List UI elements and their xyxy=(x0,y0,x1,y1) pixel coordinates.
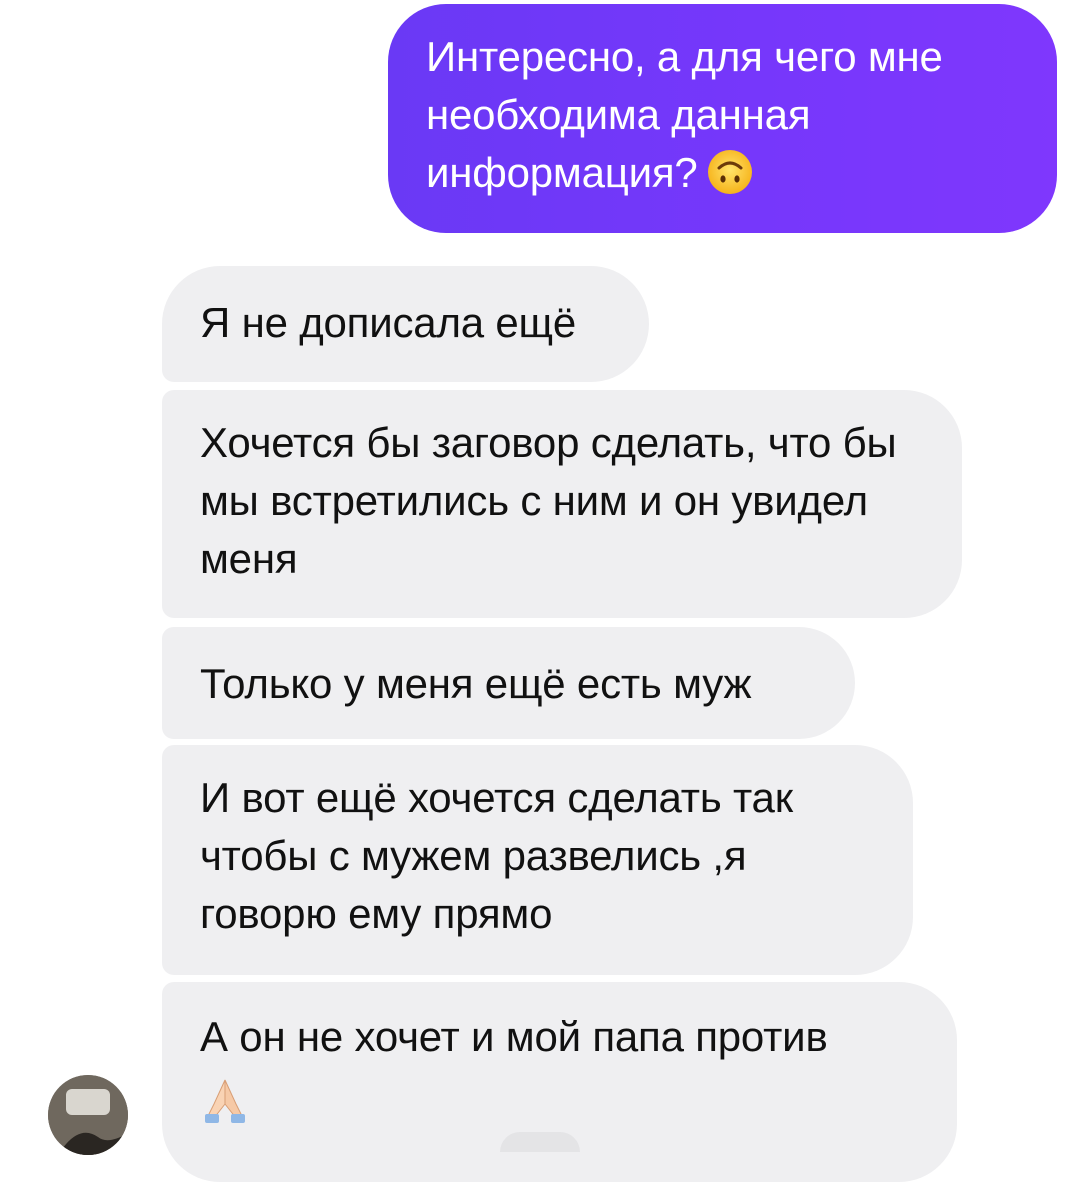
incoming-message-bubble[interactable]: А он не хочет и мой папа против xyxy=(162,982,957,1182)
folded-hands-icon xyxy=(200,1074,250,1126)
incoming-message-bubble[interactable]: Хочется бы заговор сделать, что бы мы вс… xyxy=(162,390,962,618)
contact-avatar[interactable] xyxy=(48,1075,128,1155)
incoming-message-bubble[interactable]: И вот ещё хочется сделать так чтобы с му… xyxy=(162,745,913,975)
message-text: И вот ещё хочется сделать так чтобы с му… xyxy=(200,774,793,937)
message-text: Я не дописала ещё xyxy=(200,299,577,346)
next-message-edge xyxy=(500,1132,580,1152)
message-text: Интересно, а для чего мне необходима дан… xyxy=(426,33,943,196)
incoming-message-bubble[interactable]: Я не дописала ещё xyxy=(162,266,649,382)
message-text: Только у меня ещё есть муж xyxy=(200,660,752,707)
message-text: А он не хочет и мой папа против xyxy=(200,1013,828,1060)
message-text: Хочется бы заговор сделать, что бы мы вс… xyxy=(200,419,897,582)
upside-down-face-icon xyxy=(706,148,754,196)
incoming-message-bubble[interactable]: Только у меня ещё есть муж xyxy=(162,627,855,739)
outgoing-message-bubble[interactable]: Интересно, а для чего мне необходима дан… xyxy=(388,4,1057,233)
chat-thread: Интересно, а для чего мне необходима дан… xyxy=(0,0,1080,1182)
